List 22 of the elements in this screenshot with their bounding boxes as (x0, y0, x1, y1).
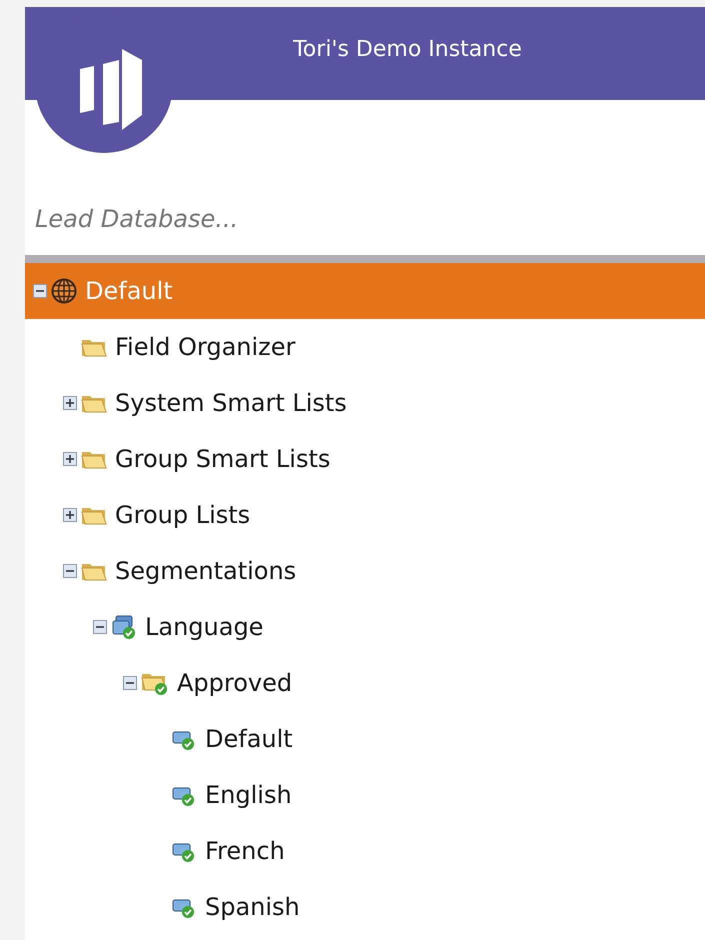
collapse-icon[interactable] (93, 620, 107, 634)
expand-icon[interactable] (63, 452, 77, 466)
tree-item[interactable]: Segmentations (25, 543, 705, 599)
tree-item[interactable]: Group Lists (25, 487, 705, 543)
collapse-icon[interactable] (33, 284, 47, 298)
tree-item[interactable]: System Smart Lists (25, 375, 705, 431)
tree-item[interactable]: Spanish (25, 879, 705, 935)
tree-item[interactable]: English (25, 767, 705, 823)
search-field[interactable]: Lead Database... (35, 201, 635, 237)
tree-item[interactable]: Group Smart Lists (25, 431, 705, 487)
tree-item[interactable]: French (25, 823, 705, 879)
collapse-icon[interactable] (63, 564, 77, 578)
segmentation-check-icon (111, 614, 137, 640)
globe-icon (51, 278, 77, 304)
expand-icon[interactable] (63, 396, 77, 410)
tree-item[interactable]: Language (25, 599, 705, 655)
tree-item[interactable]: Approved (25, 655, 705, 711)
tree-item[interactable]: Default (25, 711, 705, 767)
instance-title: Tori's Demo Instance (293, 36, 522, 64)
tree-item[interactable]: Field Organizer (25, 319, 705, 375)
expand-icon[interactable] (63, 508, 77, 522)
collapse-icon[interactable] (123, 676, 137, 690)
